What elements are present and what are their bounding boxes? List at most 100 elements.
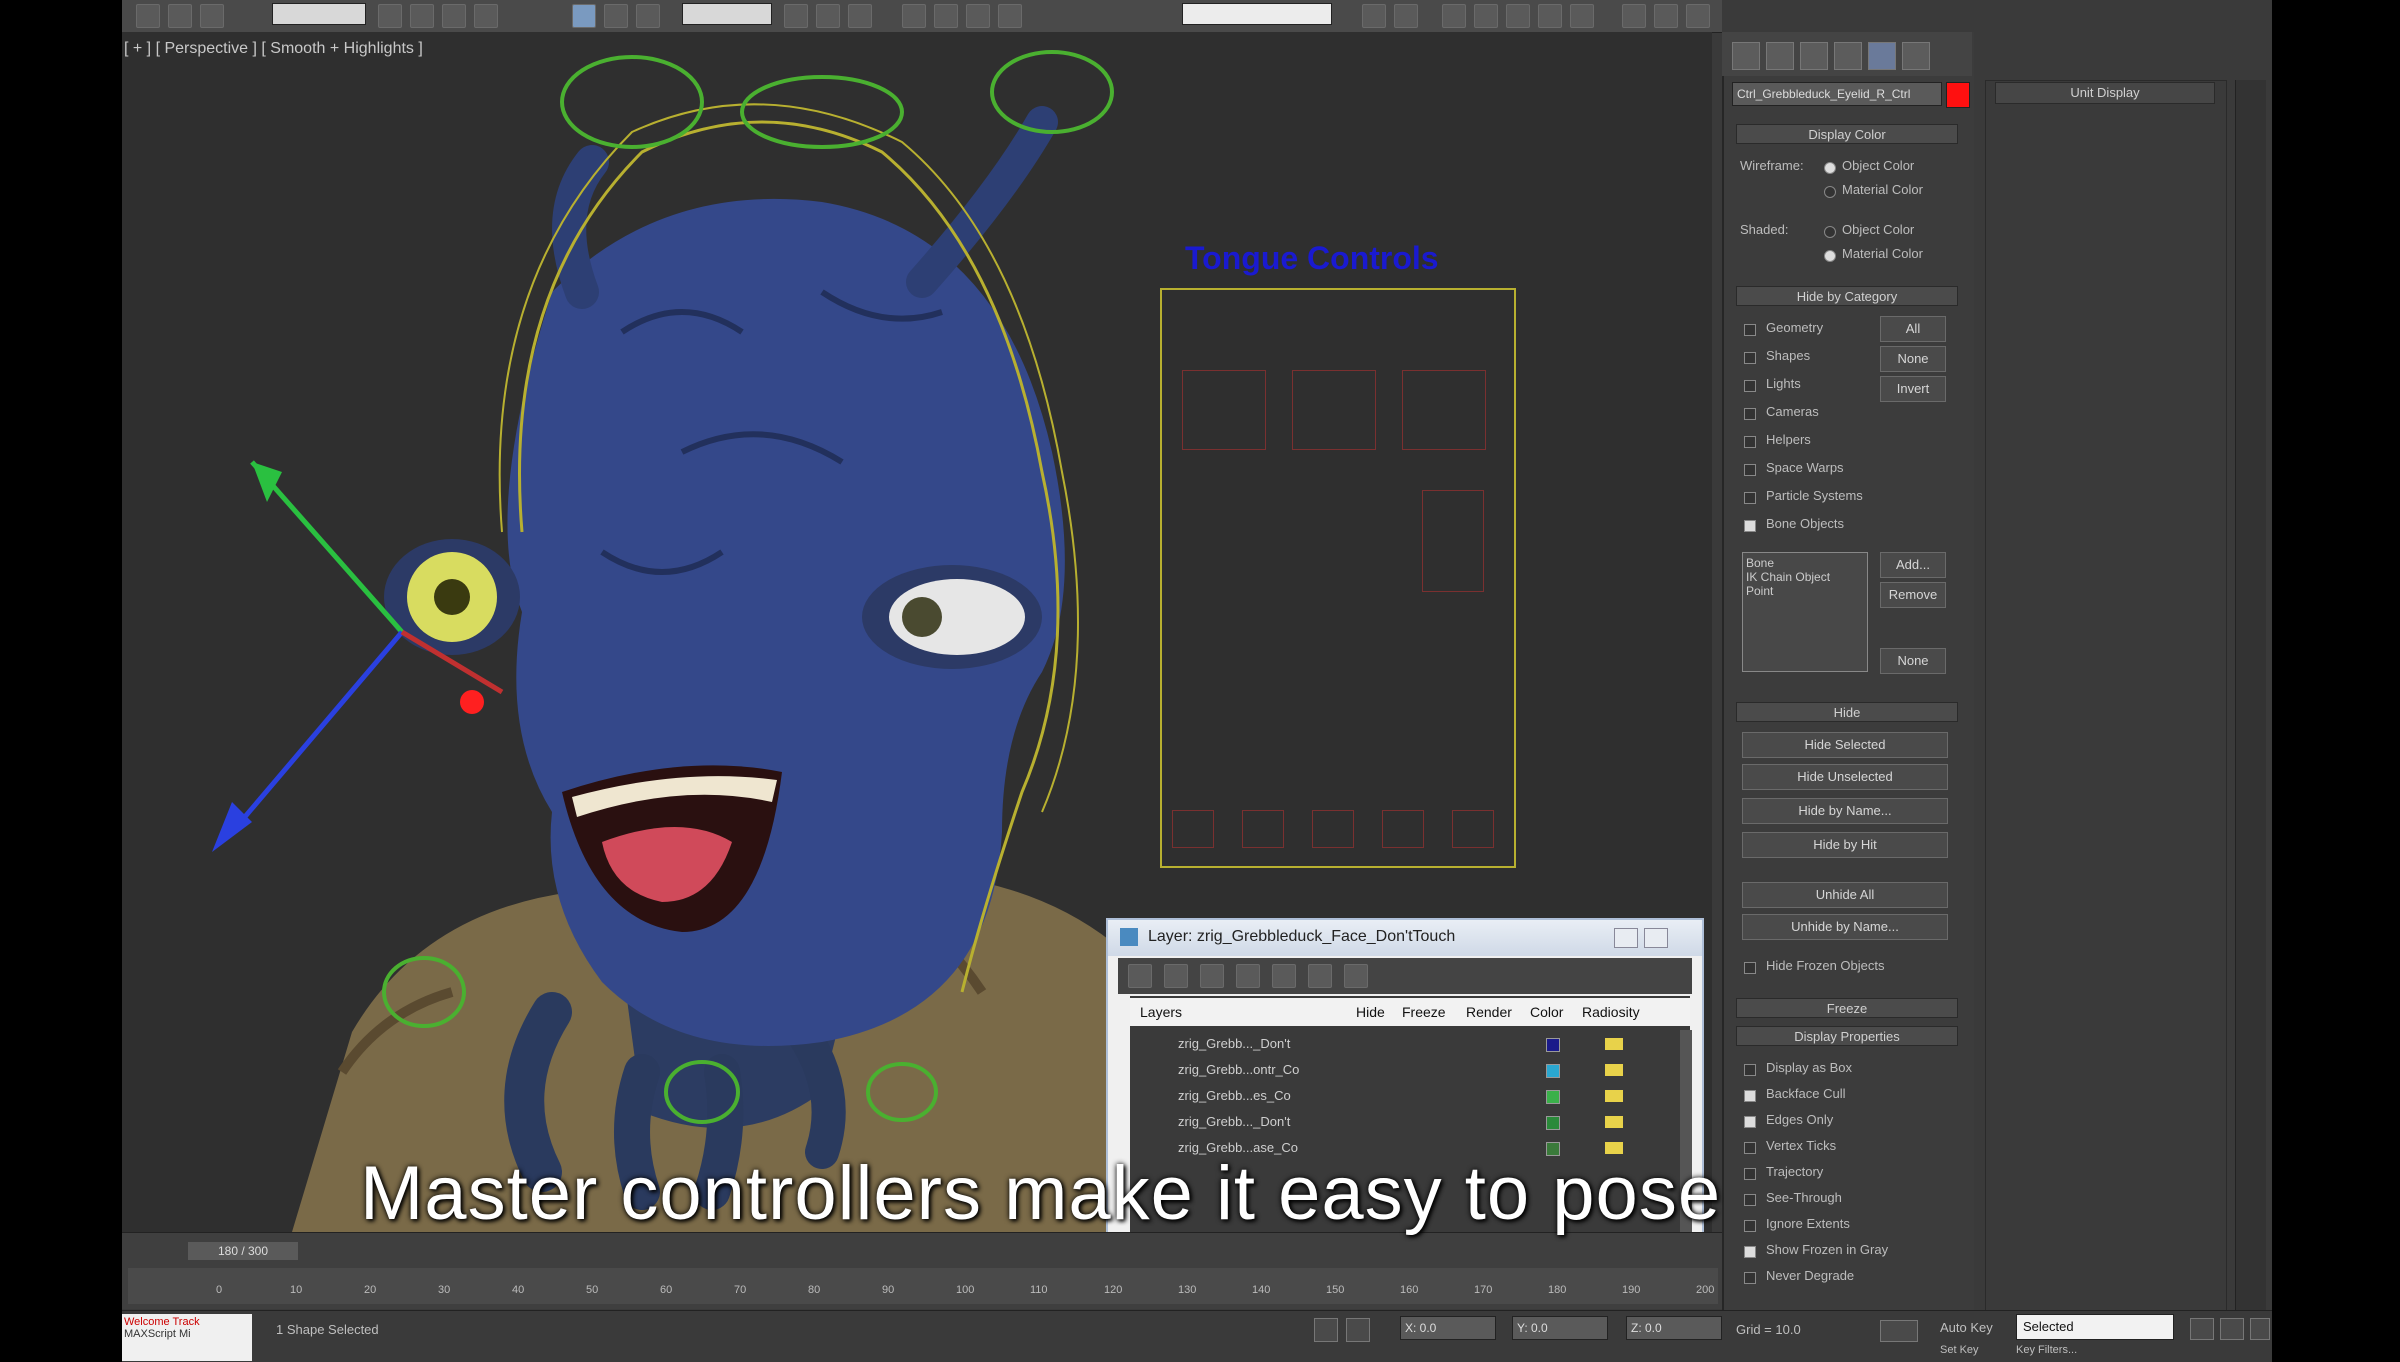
category-invert-button[interactable]: Invert (1880, 376, 1946, 402)
see-through-checkbox[interactable] (1744, 1194, 1756, 1206)
col-radiosity[interactable]: Radiosity (1582, 1004, 1640, 1020)
selection-filter-dropdown[interactable] (272, 3, 366, 25)
col-freeze[interactable]: Freeze (1402, 1004, 1446, 1020)
key-filter-dropdown[interactable]: Selected (2016, 1314, 2174, 1340)
radiosity-icon[interactable] (1605, 1038, 1623, 1050)
maxscript-mini-listener[interactable]: Welcome Track MAXScript Mi (122, 1314, 252, 1361)
tongue-controls-frame[interactable] (1160, 288, 1516, 868)
render-setup-icon[interactable] (1622, 4, 1646, 28)
trajectory-checkbox[interactable] (1744, 1168, 1756, 1180)
go-to-start-icon[interactable] (2190, 1318, 2214, 1340)
scale-icon[interactable] (636, 4, 660, 28)
category-add-button[interactable]: Add... (1880, 552, 1946, 578)
freeze-rollout[interactable]: Freeze (1736, 998, 1958, 1018)
backface-cull-checkbox[interactable] (1744, 1090, 1756, 1102)
angle-snap-icon[interactable] (934, 4, 958, 28)
unhide-by-name-button[interactable]: Unhide by Name... (1742, 914, 1948, 940)
add-to-layer-icon[interactable] (1200, 964, 1224, 988)
freeze-all-layers-icon[interactable] (1344, 964, 1368, 988)
unit-display-rollout[interactable]: Unit Display (1995, 82, 2215, 104)
highlight-layer-icon[interactable] (1272, 964, 1296, 988)
rect-region-icon[interactable] (442, 4, 466, 28)
pivot-icon[interactable] (784, 4, 808, 28)
col-hide[interactable]: Hide (1356, 1004, 1385, 1020)
category-shapes-checkbox[interactable] (1744, 352, 1756, 364)
snap-toggle-icon[interactable] (902, 4, 926, 28)
layer-name[interactable]: zrig_Grebb...es_Co (1178, 1088, 1291, 1103)
layer-row[interactable]: zrig_Grebb...ontr_Co (1140, 1058, 1680, 1084)
display-as-box-checkbox[interactable] (1744, 1064, 1756, 1076)
hide-all-layers-icon[interactable] (1308, 964, 1332, 988)
layer-color-swatch[interactable] (1546, 1116, 1560, 1130)
layer-name[interactable]: zrig_Grebb..._Don't (1178, 1114, 1290, 1129)
reference-coord-dropdown[interactable] (682, 3, 772, 25)
close-icon[interactable] (1644, 928, 1668, 948)
tongue-slider[interactable] (1422, 490, 1484, 592)
tongue-control-3[interactable] (1402, 370, 1486, 450)
radiosity-icon[interactable] (1605, 1116, 1623, 1128)
redo-icon[interactable] (168, 4, 192, 28)
display-color-rollout[interactable]: Display Color (1736, 124, 1958, 144)
time-slider[interactable]: 180 / 300 (188, 1242, 298, 1260)
layer-row[interactable]: zrig_Grebb..._Don't (1140, 1110, 1680, 1136)
absolute-mode-icon[interactable] (1346, 1318, 1370, 1342)
utilities-tab-icon[interactable] (1902, 42, 1930, 70)
col-layers[interactable]: Layers (1140, 1004, 1182, 1020)
select-objects-in-layer-icon[interactable] (1236, 964, 1260, 988)
category-lights-checkbox[interactable] (1744, 380, 1756, 392)
hide-rollout[interactable]: Hide (1736, 702, 1958, 722)
category-geometry-checkbox[interactable] (1744, 324, 1756, 336)
category-particle-systems-checkbox[interactable] (1744, 492, 1756, 504)
tongue-bottom-4[interactable] (1382, 810, 1424, 848)
layer-name[interactable]: zrig_Grebb...ontr_Co (1178, 1062, 1299, 1077)
help-icon[interactable] (1614, 928, 1638, 948)
key-filters-button[interactable]: Key Filters... (2016, 1344, 2077, 1356)
col-render[interactable]: Render (1466, 1004, 1512, 1020)
ignore-extents-checkbox[interactable] (1744, 1220, 1756, 1232)
category-remove-button[interactable]: Remove (1880, 582, 1946, 608)
category-cameras-checkbox[interactable] (1744, 408, 1756, 420)
motion-tab-icon[interactable] (1834, 42, 1862, 70)
curve-editor-icon[interactable] (1506, 4, 1530, 28)
layer-color-swatch[interactable] (1546, 1064, 1560, 1078)
schematic-view-icon[interactable] (1538, 4, 1562, 28)
tongue-control-2[interactable] (1292, 370, 1376, 450)
edges-only-checkbox[interactable] (1744, 1116, 1756, 1128)
lock-selection-icon[interactable] (1314, 1318, 1338, 1342)
hide-unselected-button[interactable]: Hide Unselected (1742, 764, 1948, 790)
object-name-field[interactable]: Ctrl_Grebbleduck_Eyelid_R_Ctrl (1732, 82, 1942, 106)
material-editor-icon[interactable] (1570, 4, 1594, 28)
category-list-item[interactable]: IK Chain Object (1746, 570, 1864, 584)
layer-row[interactable]: zrig_Grebb..._Don't (1140, 1032, 1680, 1058)
category-helpers-checkbox[interactable] (1744, 436, 1756, 448)
layer-color-swatch[interactable] (1546, 1090, 1560, 1104)
select-manipulate-icon[interactable] (816, 4, 840, 28)
move-icon[interactable] (572, 4, 596, 28)
percent-snap-icon[interactable] (966, 4, 990, 28)
delete-layer-icon[interactable] (1164, 964, 1188, 988)
category-space-warps-checkbox[interactable] (1744, 464, 1756, 476)
undo-icon[interactable] (136, 4, 160, 28)
secondary-panel-scrollbar[interactable] (2235, 80, 2266, 1320)
align-icon[interactable] (1394, 4, 1418, 28)
set-key-label[interactable]: Set Key (1940, 1344, 1979, 1356)
display-properties-rollout[interactable]: Display Properties (1736, 1026, 1958, 1046)
create-layer-icon[interactable] (1128, 964, 1152, 988)
show-frozen-gray-checkbox[interactable] (1744, 1246, 1756, 1258)
layer-manager-icon[interactable] (1442, 4, 1466, 28)
unhide-all-button[interactable]: Unhide All (1742, 882, 1948, 908)
hide-selected-button[interactable]: Hide Selected (1742, 732, 1948, 758)
category-list-item[interactable]: Bone (1746, 556, 1864, 570)
layer-name[interactable]: zrig_Grebb..._Don't (1178, 1036, 1290, 1051)
category-none-button[interactable]: None (1880, 346, 1946, 372)
wireframe-object-color-radio[interactable] (1824, 162, 1836, 174)
display-tab-icon[interactable] (1868, 42, 1896, 70)
category-list[interactable]: Bone IK Chain Object Point (1742, 552, 1868, 672)
previous-frame-icon[interactable] (2220, 1318, 2244, 1340)
named-selection-field[interactable] (1182, 3, 1332, 25)
category-bone-objects-checkbox[interactable] (1744, 520, 1756, 532)
hide-frozen-checkbox[interactable] (1744, 962, 1756, 974)
link-icon[interactable] (200, 4, 224, 28)
keyboard-shortcut-icon[interactable] (848, 4, 872, 28)
radiosity-icon[interactable] (1605, 1090, 1623, 1102)
